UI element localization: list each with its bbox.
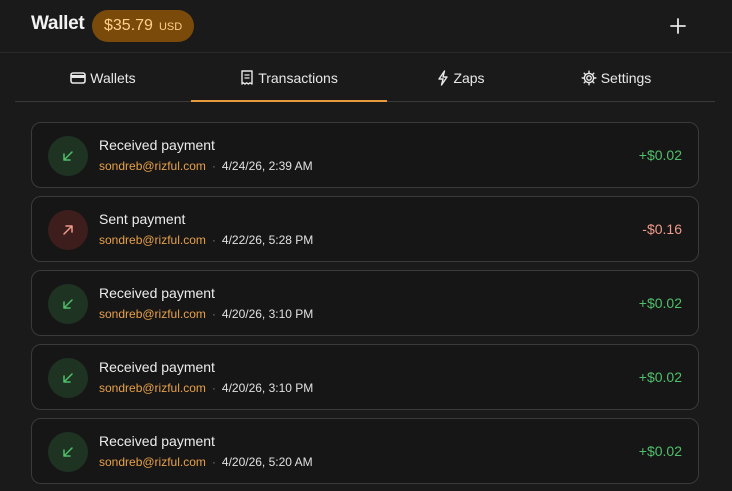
- incoming-arrow-icon: [48, 358, 88, 398]
- receipt-icon: [241, 70, 253, 85]
- transaction-title: Sent payment: [99, 211, 186, 227]
- transaction-address: sondreb@rizful.com: [99, 307, 206, 321]
- transaction-meta: sondreb@rizful.com · 4/22/26, 5:28 PM: [99, 233, 313, 247]
- tab-zaps[interactable]: Zaps: [387, 54, 535, 101]
- transaction-title: Received payment: [99, 285, 215, 301]
- balance-currency: USD: [158, 21, 183, 33]
- gear-icon: [581, 70, 597, 85]
- tab-wallets-label: Wallets: [90, 69, 136, 86]
- tab-wallets[interactable]: Wallets: [15, 54, 191, 101]
- transaction-address: sondreb@rizful.com: [99, 381, 206, 395]
- transaction-row[interactable]: Received payment sondreb@rizful.com · 4/…: [31, 344, 699, 410]
- add-button[interactable]: [664, 12, 692, 40]
- transaction-date: 4/20/26, 5:20 AM: [221, 455, 313, 469]
- transaction-title: Received payment: [99, 433, 215, 449]
- balance-amount: $35.79: [104, 17, 153, 34]
- plus-icon: [670, 18, 686, 34]
- transaction-address: sondreb@rizful.com: [99, 159, 206, 173]
- tab-zaps-label: Zaps: [453, 69, 485, 86]
- bolt-icon: [438, 69, 449, 86]
- tab-transactions[interactable]: Transactions: [191, 54, 387, 102]
- tab-settings[interactable]: Settings: [535, 54, 697, 101]
- incoming-arrow-icon: [48, 136, 88, 176]
- transaction-row[interactable]: Sent payment sondreb@rizful.com · 4/22/2…: [31, 196, 699, 262]
- incoming-arrow-icon: [48, 432, 88, 472]
- transaction-date: 4/20/26, 3:10 PM: [221, 381, 314, 395]
- incoming-arrow-icon: [48, 284, 88, 324]
- transaction-address: sondreb@rizful.com: [99, 233, 206, 247]
- separator: ·: [211, 159, 216, 173]
- balance-badge[interactable]: $35.79 USD: [92, 10, 195, 42]
- tab-transactions-label: Transactions: [258, 69, 338, 86]
- transaction-row[interactable]: Received payment sondreb@rizful.com · 4/…: [31, 418, 699, 484]
- transaction-amount: +$0.02: [638, 295, 682, 311]
- transaction-title: Received payment: [99, 359, 215, 375]
- outgoing-arrow-icon: [48, 210, 88, 250]
- transaction-meta: sondreb@rizful.com · 4/24/26, 2:39 AM: [99, 159, 313, 173]
- transaction-meta: sondreb@rizful.com · 4/20/26, 3:10 PM: [99, 307, 313, 321]
- wallet-icon: [70, 71, 87, 84]
- app-header: Wallet $35.79 USD: [0, 0, 732, 53]
- tab-settings-label: Settings: [600, 69, 652, 86]
- transaction-amount: +$0.02: [638, 443, 682, 459]
- transaction-meta: sondreb@rizful.com · 4/20/26, 5:20 AM: [99, 455, 313, 469]
- transaction-date: 4/22/26, 5:28 PM: [221, 233, 314, 247]
- page-title: Wallet: [31, 13, 85, 34]
- separator: ·: [211, 455, 216, 469]
- transaction-amount: +$0.02: [638, 369, 682, 385]
- separator: ·: [211, 307, 216, 321]
- transaction-amount: -$0.16: [642, 221, 682, 237]
- separator: ·: [211, 233, 216, 247]
- transaction-row[interactable]: Received payment sondreb@rizful.com · 4/…: [31, 270, 699, 336]
- transaction-date: 4/24/26, 2:39 AM: [221, 159, 313, 173]
- transaction-row[interactable]: Received payment sondreb@rizful.com · 4/…: [31, 122, 699, 188]
- transaction-title: Received payment: [99, 137, 215, 153]
- transaction-date: 4/20/26, 3:10 PM: [221, 307, 314, 321]
- tab-bar: Wallets Transactions Zaps Settings: [15, 54, 715, 102]
- transaction-meta: sondreb@rizful.com · 4/20/26, 3:10 PM: [99, 381, 313, 395]
- transaction-address: sondreb@rizful.com: [99, 455, 206, 469]
- separator: ·: [211, 381, 216, 395]
- transaction-amount: +$0.02: [638, 147, 682, 163]
- transaction-list: Received payment sondreb@rizful.com · 4/…: [31, 122, 699, 491]
